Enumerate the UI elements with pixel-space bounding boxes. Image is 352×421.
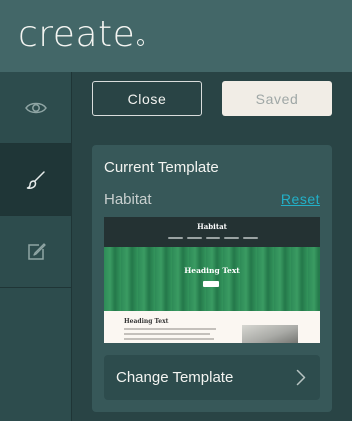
top-bar: create — [0, 0, 352, 72]
edit-icon — [27, 242, 46, 260]
preview-text-line — [124, 333, 210, 335]
current-template-card: Current Template Habitat Reset Habitat H… — [92, 145, 332, 412]
saved-button[interactable]: Saved — [222, 81, 332, 116]
app-logo: create — [18, 13, 145, 57]
card-title: Current Template — [104, 159, 219, 176]
preview-hero-heading: Heading Text — [184, 266, 240, 275]
template-preview-thumbnail: Habitat Heading Text Heading Text — [104, 217, 320, 343]
preview-text-line — [124, 338, 214, 340]
reset-link[interactable]: Reset — [281, 191, 320, 207]
logo-dot — [137, 39, 145, 46]
preview-hero-button — [203, 281, 219, 287]
sidebar-item-preview[interactable] — [0, 72, 71, 144]
preview-nav — [168, 237, 258, 240]
chevron-right-icon — [296, 369, 306, 386]
sidebar — [0, 72, 72, 421]
preview-hero: Heading Text — [104, 247, 320, 311]
preview-header: Habitat — [104, 217, 320, 247]
template-name: Habitat — [104, 191, 152, 208]
design-panel: Close Saved Current Template Habitat Res… — [72, 72, 352, 421]
sidebar-item-edit[interactable] — [0, 216, 71, 288]
paintbrush-icon — [26, 170, 45, 189]
close-button[interactable]: Close — [92, 81, 202, 116]
change-template-label: Change Template — [116, 369, 234, 386]
change-template-button[interactable]: Change Template — [104, 355, 320, 400]
preview-brand: Habitat — [197, 222, 227, 231]
preview-body: Heading Text — [104, 311, 320, 343]
logo-text: create — [18, 14, 136, 55]
preview-text-line — [124, 328, 216, 330]
eye-icon — [24, 102, 47, 113]
preview-image — [242, 325, 298, 343]
sidebar-item-design[interactable] — [0, 144, 71, 216]
preview-body-heading: Heading Text — [124, 318, 169, 325]
